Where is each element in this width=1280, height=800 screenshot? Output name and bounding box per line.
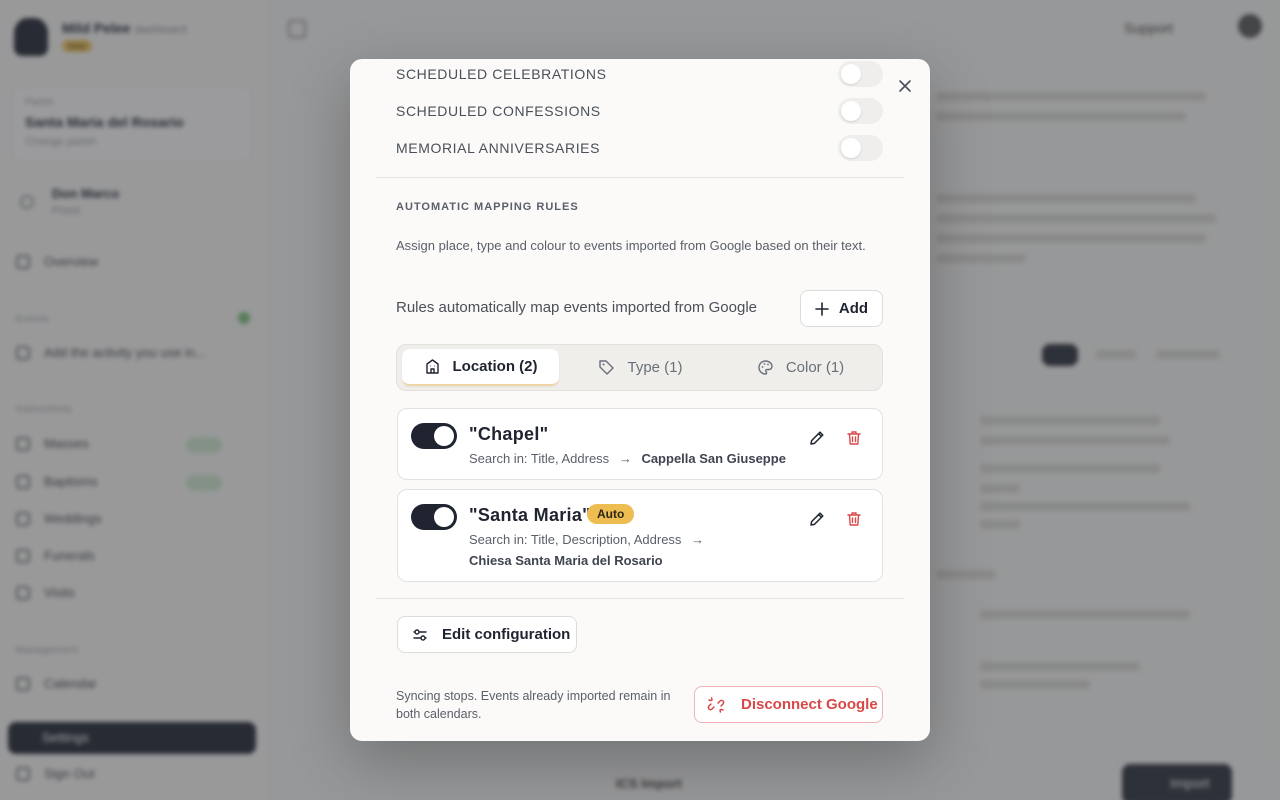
tab-type[interactable]: Type (1) <box>562 349 719 386</box>
add-rule-label: Add <box>838 300 869 317</box>
mapping-rules-title: AUTOMATIC MAPPING RULES <box>396 201 579 213</box>
rule-enabled-toggle[interactable] <box>411 504 457 530</box>
google-sync-settings-modal: SCHEDULED CELEBRATIONS SCHEDULED CONFESS… <box>350 59 930 741</box>
close-icon[interactable] <box>896 77 914 95</box>
divider <box>376 598 904 599</box>
add-rule-button[interactable]: Add <box>800 290 883 327</box>
rule-enabled-toggle[interactable] <box>411 423 457 449</box>
setting-row-scheduled-confessions: SCHEDULED CONFESSIONS <box>396 98 883 124</box>
celebrations-toggle[interactable] <box>838 61 883 87</box>
rule-card: "Santa Maria" Auto Search in: Title, Des… <box>397 489 883 582</box>
auto-badge: Auto <box>587 504 635 524</box>
tab-type-label: Type (1) <box>627 359 683 376</box>
rule-target: Chiesa Santa Maria del Rosario <box>469 553 663 568</box>
rule-target: Cappella San Giuseppe <box>641 451 786 466</box>
setting-row-scheduled-celebrations: SCHEDULED CELEBRATIONS <box>396 61 883 87</box>
sliders-icon <box>413 628 427 641</box>
pencil-icon[interactable] <box>808 429 826 447</box>
trash-icon[interactable] <box>845 429 863 447</box>
divider <box>376 177 904 178</box>
tab-location[interactable]: Location (2) <box>402 349 559 386</box>
rule-meta: Search in: Title, Address → Cappella San… <box>469 451 786 466</box>
unlink-icon <box>707 696 725 713</box>
rule-search-in: Search in: Title, Description, Address <box>469 532 682 547</box>
edit-configuration-label: Edit configuration <box>442 626 571 643</box>
disconnect-google-label: Disconnect Google <box>741 696 878 713</box>
rule-tabs: Location (2) Type (1) Color (1) <box>396 344 883 391</box>
edit-configuration-button[interactable]: Edit configuration <box>397 616 577 653</box>
rule-card: "Chapel" Search in: Title, Address → Cap… <box>397 408 883 480</box>
rule-search-in: Search in: Title, Address <box>469 451 610 466</box>
disconnect-note: Syncing stops. Events already imported r… <box>396 689 671 721</box>
tab-location-label: Location (2) <box>452 358 538 375</box>
trash-icon[interactable] <box>845 510 863 528</box>
building-icon <box>425 359 439 374</box>
pencil-icon[interactable] <box>808 510 826 528</box>
palette-icon <box>758 360 773 375</box>
plus-icon <box>815 301 829 316</box>
tag-icon <box>599 360 615 375</box>
mapping-rules-description: Assign place, type and colour to events … <box>396 238 866 253</box>
rule-term: "Santa Maria" <box>469 505 592 525</box>
tab-color-label: Color (1) <box>785 359 845 376</box>
anniversaries-toggle[interactable] <box>838 135 883 161</box>
disconnect-google-button[interactable]: Disconnect Google <box>694 686 883 723</box>
rule-meta: Search in: Title, Description, Address → <box>469 532 704 547</box>
arrow-right-icon: → <box>618 451 632 466</box>
rules-note: Rules automatically map events imported … <box>396 299 757 316</box>
setting-label: SCHEDULED CONFESSIONS <box>396 103 601 119</box>
tab-color[interactable]: Color (1) <box>722 349 879 386</box>
setting-label: SCHEDULED CELEBRATIONS <box>396 66 607 82</box>
confessions-toggle[interactable] <box>838 98 883 124</box>
setting-label: MEMORIAL ANNIVERSARIES <box>396 140 601 156</box>
arrow-right-icon: → <box>691 532 705 547</box>
setting-row-memorial-anniversaries: MEMORIAL ANNIVERSARIES <box>396 135 883 161</box>
rule-term: "Chapel" <box>469 424 549 444</box>
